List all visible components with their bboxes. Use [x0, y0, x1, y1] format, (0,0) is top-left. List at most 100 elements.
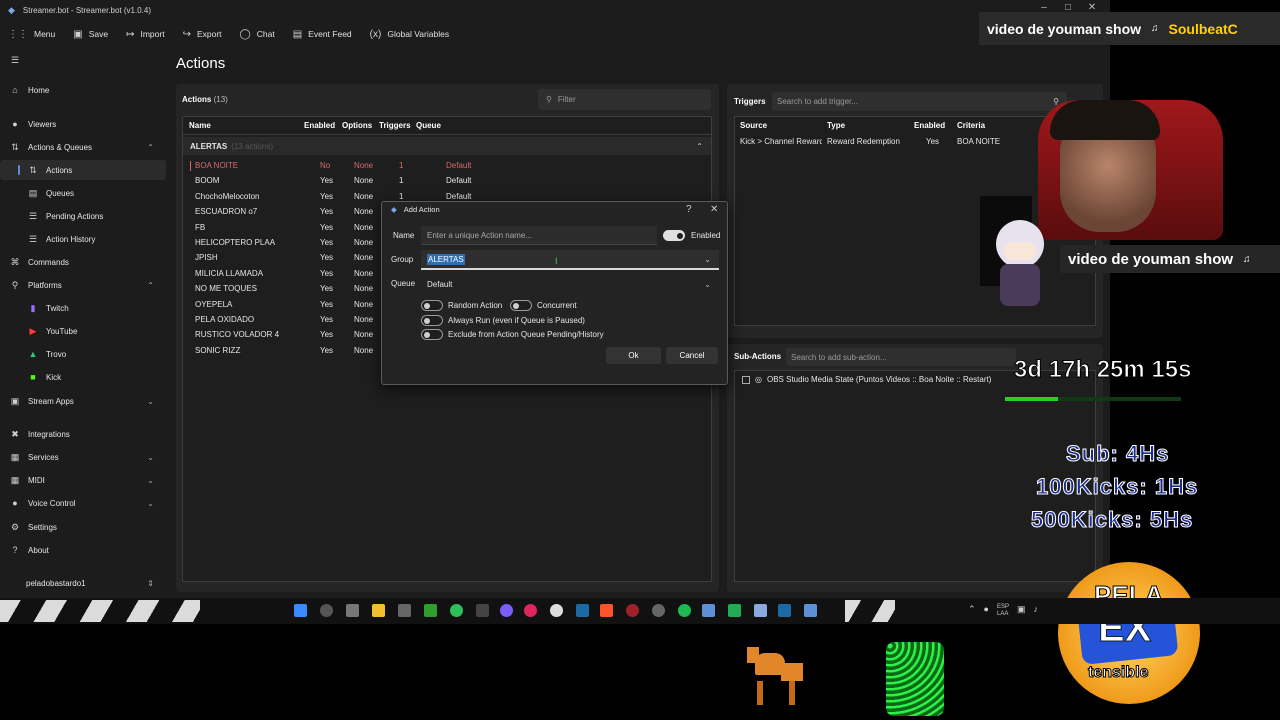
app-icon[interactable] [398, 604, 411, 617]
chevron-down-icon[interactable]: ⌄ [704, 255, 711, 264]
enabled-label: Enabled [691, 231, 721, 240]
checkbox-icon[interactable] [742, 375, 750, 384]
sidebar-item-voice-control[interactable]: ● Voice Control ⌄ [0, 493, 166, 513]
sidebar-item-commands[interactable]: ⌘ Commands [0, 252, 166, 272]
chevron-up-icon[interactable]: ⌃ [968, 604, 976, 618]
global-variables-button[interactable]: (x) Global Variables [370, 29, 449, 40]
sidebar-item-home[interactable]: ⌂ Home [0, 80, 166, 100]
spotify-icon[interactable] [678, 604, 691, 617]
random-action-toggle[interactable] [421, 300, 443, 311]
row-enabled: Yes [320, 299, 334, 309]
sidebar-item-trovo[interactable]: ▲ Trovo [0, 344, 166, 364]
trigger-source[interactable]: Kick > Channel Reward [740, 137, 822, 146]
sidebar-item-queues[interactable]: ▤ Queues [0, 183, 166, 203]
sidebar-hamburger[interactable]: ☰ [0, 50, 166, 70]
sidebar-item-kick[interactable]: ■ Kick [0, 367, 166, 387]
pixel-camel-image [745, 645, 811, 707]
language-indicator[interactable]: ESP LAA [997, 604, 1009, 618]
search-icon[interactable] [320, 604, 333, 617]
sidebar-item-action-history[interactable]: ☰ Action History [0, 229, 166, 249]
trigger-enabled[interactable]: Yes [926, 137, 939, 146]
chevron-up-icon[interactable]: ⌃ [696, 142, 703, 151]
exclude-toggle[interactable] [421, 329, 443, 340]
group-row[interactable]: ALERTAS (13 actions) ⌃ [183, 137, 711, 155]
sidebar-item-stream-apps[interactable]: ▣ Stream Apps ⌄ [0, 391, 166, 411]
column-header-queue[interactable]: Queue [416, 121, 441, 130]
volume-icon[interactable]: ♪ [1034, 604, 1039, 618]
user-switcher[interactable]: peladobastardo1 ⇕ [0, 573, 166, 593]
mic-icon[interactable]: ● [984, 604, 989, 618]
obs-icon[interactable] [652, 604, 665, 617]
trigger-search-input[interactable]: Search to add trigger... ⚲ [772, 92, 1067, 111]
column-header-triggers[interactable]: Triggers [379, 121, 411, 130]
action-name-input[interactable] [421, 226, 657, 245]
discord-icon[interactable] [500, 604, 513, 617]
sidebar-item-youtube[interactable]: ▶ YouTube [0, 321, 166, 341]
chat-button[interactable]: ◯ Chat [240, 29, 275, 40]
import-button[interactable]: ↦ Import [126, 29, 164, 40]
export-button[interactable]: ↪ Export [183, 29, 222, 40]
table-row[interactable]: BOOM Yes None 1 Default [190, 174, 700, 189]
trigger-col-enabled[interactable]: Enabled [914, 121, 945, 130]
filter-input[interactable]: ⚲ Filter [538, 89, 711, 110]
column-header-enabled[interactable]: Enabled [304, 121, 335, 130]
group-combobox[interactable]: ALERTAS ⌄ [421, 250, 719, 270]
search-icon: ⚲ [546, 95, 552, 104]
terminal-icon[interactable] [728, 604, 741, 617]
column-header-options[interactable]: Options [342, 121, 372, 130]
dialog-close-icon[interactable]: ✕ [710, 204, 718, 215]
capcut-icon[interactable] [476, 604, 489, 617]
trigger-col-criteria[interactable]: Criteria [957, 121, 985, 130]
column-header-name[interactable]: Name [189, 121, 211, 130]
sidebar-item-about[interactable]: ? About [0, 540, 166, 560]
app-icon-2[interactable] [626, 604, 639, 617]
app-icon-3[interactable] [754, 604, 767, 617]
task-view-icon[interactable] [346, 604, 359, 617]
services-icon: ▦ [10, 451, 20, 462]
steam-icon-2[interactable] [778, 604, 791, 617]
ok-button[interactable]: Ok [606, 347, 661, 364]
app-red-icon[interactable] [524, 604, 537, 617]
xbox-icon[interactable] [424, 604, 437, 617]
triggers-title: Triggers [734, 97, 766, 106]
sidebar-item-platforms[interactable]: ⚲ Platforms ⌃ [0, 275, 166, 295]
brave-icon[interactable] [600, 604, 613, 617]
sidebar-item-settings[interactable]: ⚙ Settings [0, 517, 166, 537]
commands-icon: ⌘ [10, 256, 20, 267]
streamerbot-icon[interactable] [702, 604, 715, 617]
event-feed-button[interactable]: ▤ Event Feed [293, 29, 352, 40]
sidebar-item-actions[interactable]: ⇅ Actions [0, 160, 166, 180]
chevron-down-icon[interactable]: ⌄ [704, 280, 711, 289]
always-run-toggle[interactable] [421, 315, 443, 326]
menu-button[interactable]: ⋮⋮ Menu [8, 29, 55, 40]
trigger-col-type[interactable]: Type [827, 121, 845, 130]
file-explorer-icon[interactable] [372, 604, 385, 617]
windows-start-icon[interactable] [294, 604, 307, 617]
sidebar-item-integrations[interactable]: ✖ Integrations [0, 424, 166, 444]
queue-dropdown[interactable]: Default ⌄ [421, 275, 719, 293]
streamerbot-icon-2[interactable] [804, 604, 817, 617]
chrome-icon[interactable] [550, 604, 563, 617]
subaction-search-input[interactable]: Search to add sub-action... [786, 348, 1016, 366]
kick-icon: ■ [30, 372, 36, 382]
steam-icon[interactable] [576, 604, 589, 617]
trigger-criteria[interactable]: BOA NOITE [957, 137, 1000, 146]
sidebar-item-twitch[interactable]: ▮ Twitch [0, 298, 166, 318]
enabled-toggle[interactable] [663, 230, 685, 241]
table-row[interactable]: BOA NOITE No None 1 Default [190, 159, 700, 174]
trigger-col-source[interactable]: Source [740, 121, 767, 130]
sidebar-item-pending-actions[interactable]: ☰ Pending Actions [0, 206, 166, 226]
sidebar-item-services[interactable]: ▦ Services ⌄ [0, 447, 166, 467]
group-value[interactable]: ALERTAS [427, 253, 465, 265]
trigger-type[interactable]: Reward Redemption [827, 137, 900, 146]
help-icon[interactable]: ? [686, 204, 692, 215]
save-button[interactable]: ▣ Save [73, 29, 108, 40]
network-icon[interactable]: ▣ [1017, 604, 1026, 618]
subaction-item[interactable]: ◎ OBS Studio Media State (Puntos Videos :… [742, 375, 991, 384]
sidebar-item-viewers[interactable]: ● Viewers [0, 114, 166, 134]
cancel-button[interactable]: Cancel [666, 347, 718, 364]
whatsapp-icon[interactable] [450, 604, 463, 617]
concurrent-toggle[interactable] [510, 300, 532, 311]
sidebar-item-actions-queues[interactable]: ⇅ Actions & Queues ⌃ [0, 137, 166, 157]
sidebar-item-midi[interactable]: ▦ MIDI ⌄ [0, 470, 166, 490]
